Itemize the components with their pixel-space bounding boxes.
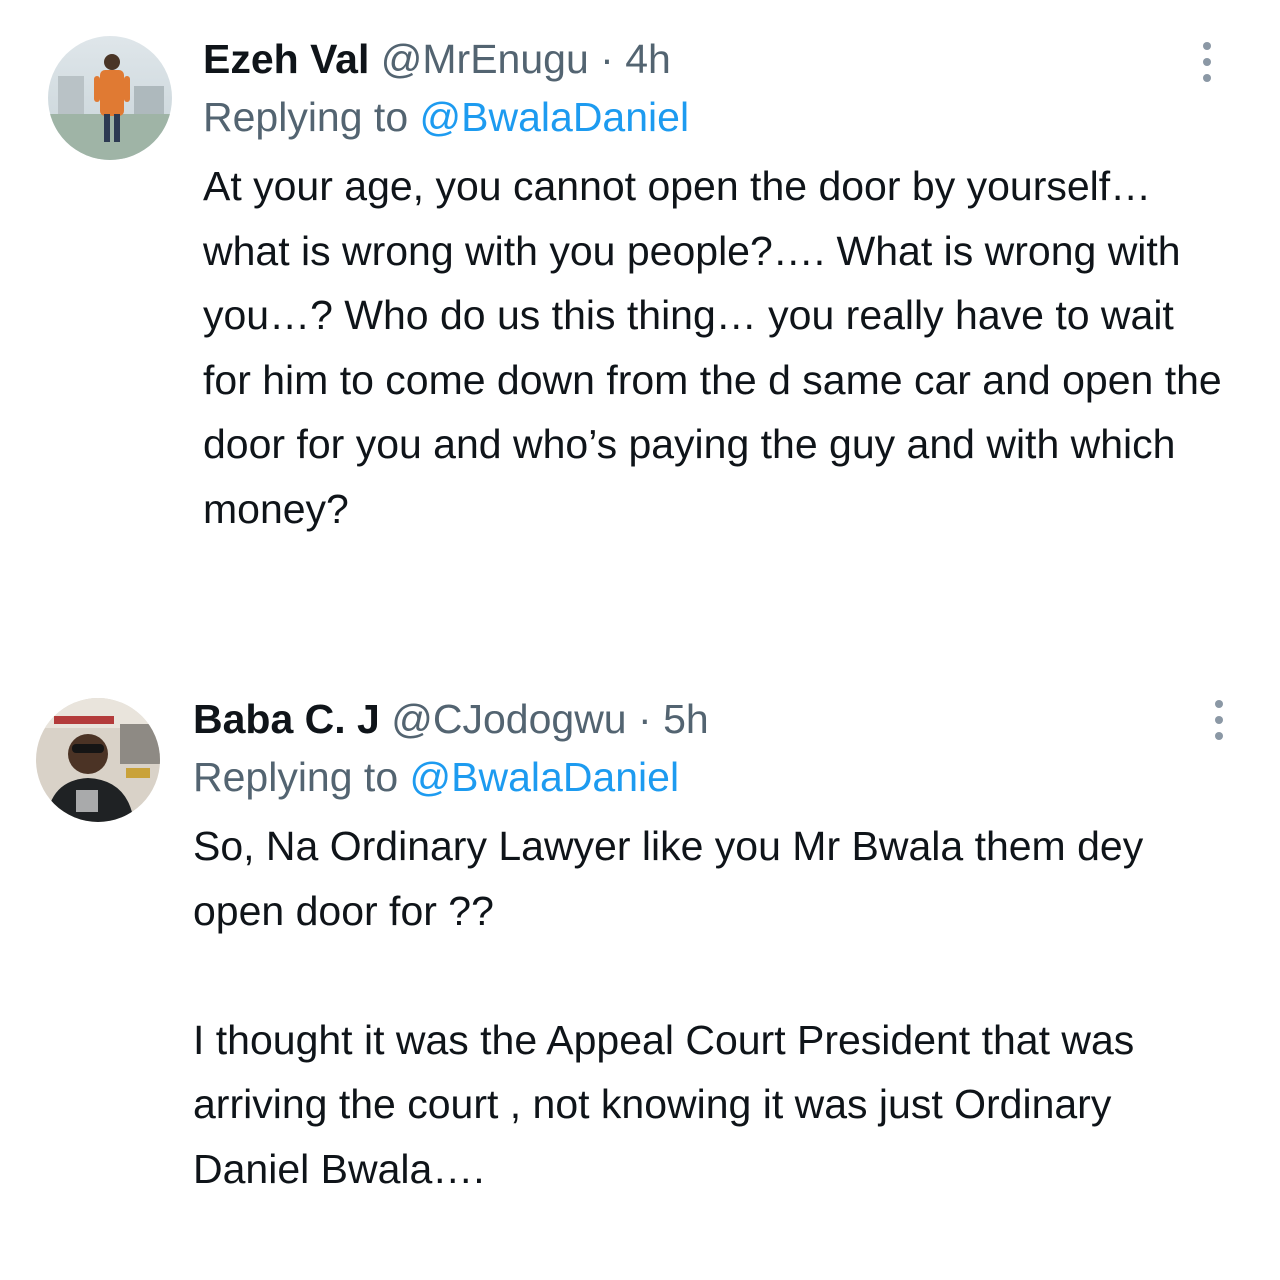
author-name[interactable]: Baba C. J <box>193 696 380 742</box>
more-options-button[interactable] <box>1204 690 1234 750</box>
replying-to-label: Replying to <box>193 754 399 800</box>
replying-to: Replying to @BwalaDaniel <box>203 88 1224 146</box>
avatar-image <box>36 698 160 822</box>
replying-to-mention[interactable]: @BwalaDaniel <box>410 754 680 800</box>
tweet-header: Ezeh Val @MrEnugu · 4h <box>203 30 1224 88</box>
replying-to: Replying to @BwalaDaniel <box>193 748 1224 806</box>
more-vertical-icon <box>1215 716 1223 724</box>
more-vertical-icon <box>1203 42 1211 50</box>
tweet-text: At your age, you cannot open the door by… <box>203 163 1222 532</box>
tweet-text: So, Na Ordinary Lawyer like you Mr Bwala… <box>193 823 1144 1192</box>
tweet-content: Baba C. J @CJodogwu · 5h Replying to @Bw… <box>193 690 1224 1201</box>
more-vertical-icon <box>1215 700 1223 708</box>
more-vertical-icon <box>1215 732 1223 740</box>
author-handle[interactable]: @CJodogwu <box>391 696 626 742</box>
timestamp[interactable]: 4h <box>625 36 671 82</box>
replying-to-mention[interactable]: @BwalaDaniel <box>420 94 690 140</box>
separator-dot: · <box>638 696 652 742</box>
separator-dot: · <box>600 36 614 82</box>
tweet-header: Baba C. J @CJodogwu · 5h <box>193 690 1224 748</box>
more-vertical-icon <box>1203 58 1211 66</box>
avatar[interactable] <box>48 36 172 160</box>
more-vertical-icon <box>1203 74 1211 82</box>
avatar[interactable] <box>36 698 160 822</box>
more-options-button[interactable] <box>1192 32 1222 92</box>
replying-to-label: Replying to <box>203 94 409 140</box>
timestamp[interactable]: 5h <box>663 696 709 742</box>
tweet-content: Ezeh Val @MrEnugu · 4h Replying to @Bwal… <box>203 30 1224 541</box>
avatar-image <box>48 36 172 160</box>
author-handle[interactable]: @MrEnugu <box>381 36 589 82</box>
author-name[interactable]: Ezeh Val <box>203 36 369 82</box>
